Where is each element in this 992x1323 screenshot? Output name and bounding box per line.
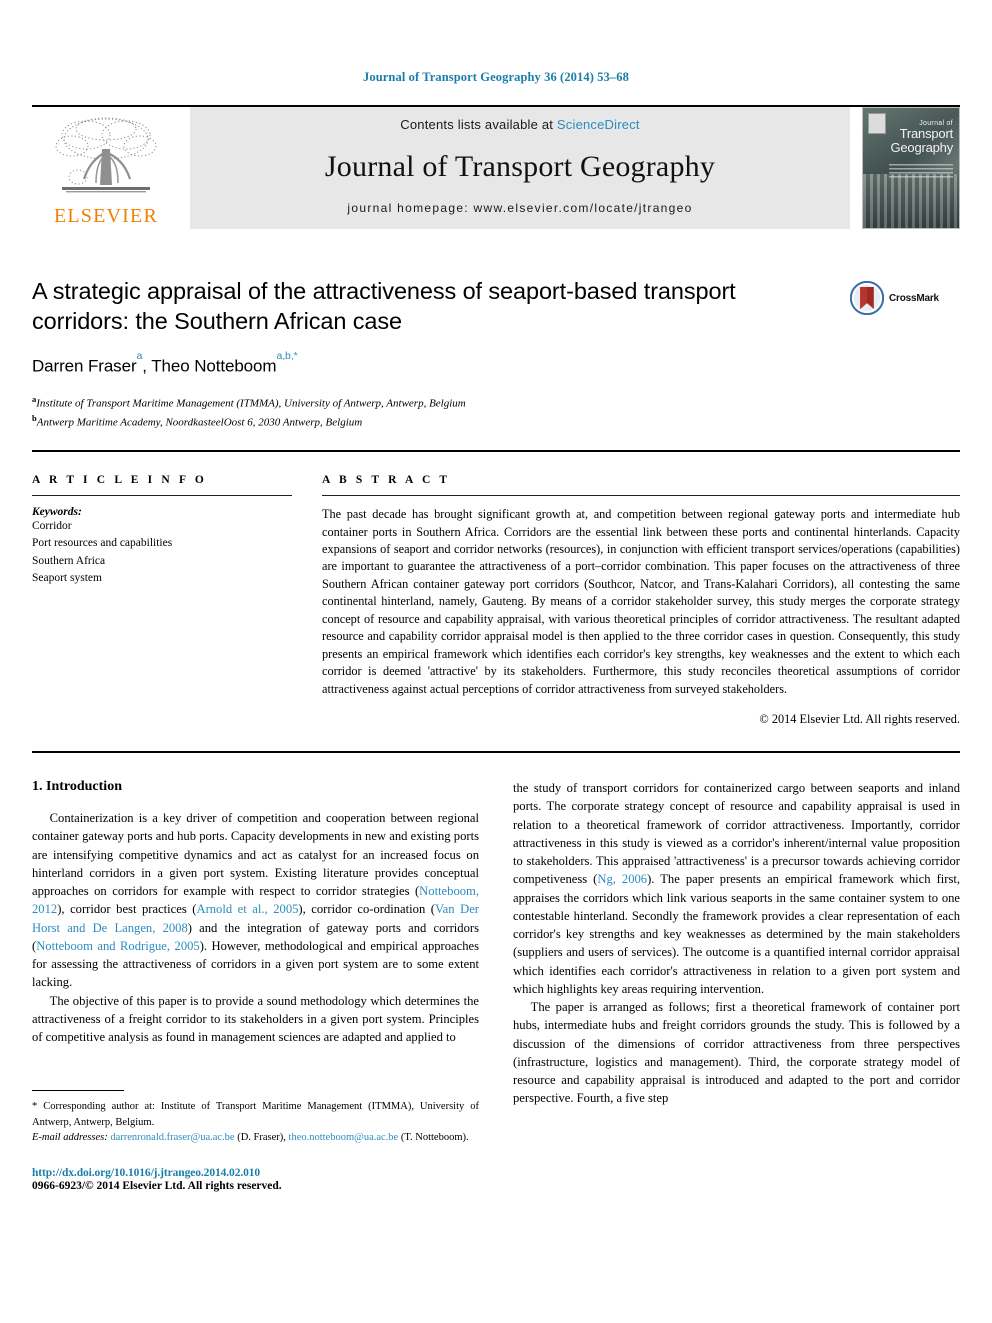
contents-prefix: Contents lists available at — [400, 117, 554, 132]
cover-title-text: Journal of Transport Geography — [890, 120, 953, 155]
footnote-divider — [32, 1090, 124, 1092]
elsevier-tree-icon — [55, 117, 157, 193]
journal-masthead: ELSEVIER Contents lists available at Sci… — [32, 105, 960, 229]
intro-text-c: ), corridor co-ordination ( — [298, 902, 435, 917]
article-info-heading: A R T I C L E I N F O — [32, 474, 207, 487]
cover-subtitle-lines — [889, 164, 953, 178]
cover-elsevier-badge-icon — [868, 113, 886, 134]
citation-notteboom-rodrigue-2005[interactable]: Notteboom and Rodrigue, 2005 — [36, 939, 200, 953]
citation-arnold-2005[interactable]: Arnold et al., 2005 — [196, 902, 298, 916]
author-name-2[interactable]: Theo Notteboom — [151, 357, 276, 376]
paragraph-intro-4: The paper is arranged as follows; first … — [513, 1000, 960, 1106]
cover-line-2: Transport — [899, 126, 954, 142]
footnote-corresponding-author: * Corresponding author at: Institute of … — [32, 1101, 479, 1128]
title-block: A strategic appraisal of the attractiven… — [32, 277, 960, 432]
keywords-label: Keywords: — [32, 506, 82, 519]
affiliation-a: aInstitute of Transport Maritime Managem… — [32, 393, 834, 413]
intro-text-b: ), corridor best practices ( — [57, 902, 197, 917]
paragraph-intro-1: Containerization is a key driver of comp… — [32, 809, 479, 992]
abstract-column: A B S T R A C T The past decade has brou… — [322, 474, 960, 727]
email-owner-fraser: (D. Fraser), — [237, 1131, 286, 1143]
email-link-fraser[interactable]: darrenronald.fraser@ua.ac.be — [110, 1132, 234, 1143]
keyword-item: Southern Africa — [32, 554, 106, 567]
author-name-1[interactable]: Darren Fraser — [32, 357, 137, 376]
body-column-left: 1. Introduction Containerization is a ke… — [32, 779, 479, 1192]
cover-line-3: Geography — [890, 139, 953, 155]
divider-abstract — [322, 495, 960, 497]
page-title: A strategic appraisal of the attractiven… — [32, 278, 736, 334]
intro-right-b: ). The paper presents an empirical frame… — [513, 872, 961, 996]
keyword-item: Corridor — [32, 520, 72, 533]
footnote-emails: E-mail addresses: darrenronald.fraser@ua… — [32, 1130, 479, 1145]
journal-homepage-link[interactable]: journal homepage: www.elsevier.com/locat… — [347, 201, 692, 215]
body-column-right: the study of transport corridors for con… — [513, 779, 960, 1192]
abstract-text: The past decade has brought significant … — [322, 507, 960, 696]
sciencedirect-link[interactable]: ScienceDirect — [557, 117, 640, 132]
sciencedirect-banner: Contents lists available at ScienceDirec… — [190, 107, 850, 229]
journal-cover-thumbnail: Journal of Transport Geography — [862, 107, 960, 229]
author-marks-1: a — [136, 350, 143, 363]
elsevier-wordmark: ELSEVIER — [53, 205, 159, 227]
email-link-notteboom[interactable]: theo.notteboom@ua.ac.be — [289, 1132, 399, 1143]
intro-right-a: the study of transport corridors for con… — [513, 781, 960, 887]
abstract-heading: A B S T R A C T — [322, 474, 451, 487]
email-addresses-label: E-mail addresses: — [32, 1131, 108, 1143]
intro-text-a: Containerization is a key driver of comp… — [32, 811, 479, 899]
body-columns: 1. Introduction Containerization is a ke… — [32, 779, 960, 1192]
keyword-item: Seaport system — [32, 571, 102, 584]
section-title-introduction: 1. Introduction — [32, 779, 122, 795]
author-list: Darren Frasera, Theo Nottebooma,b,* — [32, 350, 298, 376]
journal-title: Journal of Transport Geography — [324, 149, 716, 183]
info-abstract-section: A R T I C L E I N F O Keywords: Corridor… — [32, 474, 960, 727]
affiliation-text-b: Antwerp Maritime Academy, NoordkasteelOo… — [36, 417, 363, 430]
divider-title — [32, 450, 960, 453]
email-owner-notteboom: (T. Notteboom). — [400, 1131, 469, 1143]
divider-body — [32, 751, 960, 754]
cover-photo — [863, 174, 959, 228]
affiliation-text-a: Institute of Transport Maritime Manageme… — [36, 397, 466, 410]
article-page: Journal of Transport Geography 36 (2014)… — [0, 0, 992, 1323]
article-info-column: A R T I C L E I N F O Keywords: Corridor… — [32, 474, 322, 727]
crossmark-icon — [850, 281, 884, 315]
doi-link[interactable]: http://dx.doi.org/10.1016/j.jtrangeo.201… — [32, 1167, 479, 1179]
contents-available-line: Contents lists available at ScienceDirec… — [400, 117, 639, 132]
author-marks-2: a,b,* — [276, 350, 298, 363]
affiliations: aInstitute of Transport Maritime Managem… — [32, 393, 834, 432]
crossmark-badge[interactable]: CrossMark — [850, 277, 960, 315]
copyright-line: © 2014 Elsevier Ltd. All rights reserved… — [759, 712, 960, 727]
divider-article-info — [32, 495, 292, 497]
footnote-block: * Corresponding author at: Institute of … — [32, 1082, 479, 1192]
citation-ng-2006[interactable]: Ng, 2006 — [597, 872, 647, 886]
crossmark-label: CrossMark — [889, 292, 939, 304]
affiliation-b: bAntwerp Maritime Academy, NoordkasteelO… — [32, 412, 834, 432]
paragraph-intro-2: The objective of this paper is to provid… — [32, 993, 479, 1045]
elsevier-logo: ELSEVIER — [32, 107, 180, 229]
keyword-item: Port resources and capabilities — [32, 537, 173, 550]
running-head: Journal of Transport Geography 36 (2014)… — [363, 70, 629, 84]
issn-copyright-line: 0966-6923/© 2014 Elsevier Ltd. All right… — [32, 1179, 282, 1192]
paragraph-intro-3: the study of transport corridors for con… — [513, 779, 960, 998]
